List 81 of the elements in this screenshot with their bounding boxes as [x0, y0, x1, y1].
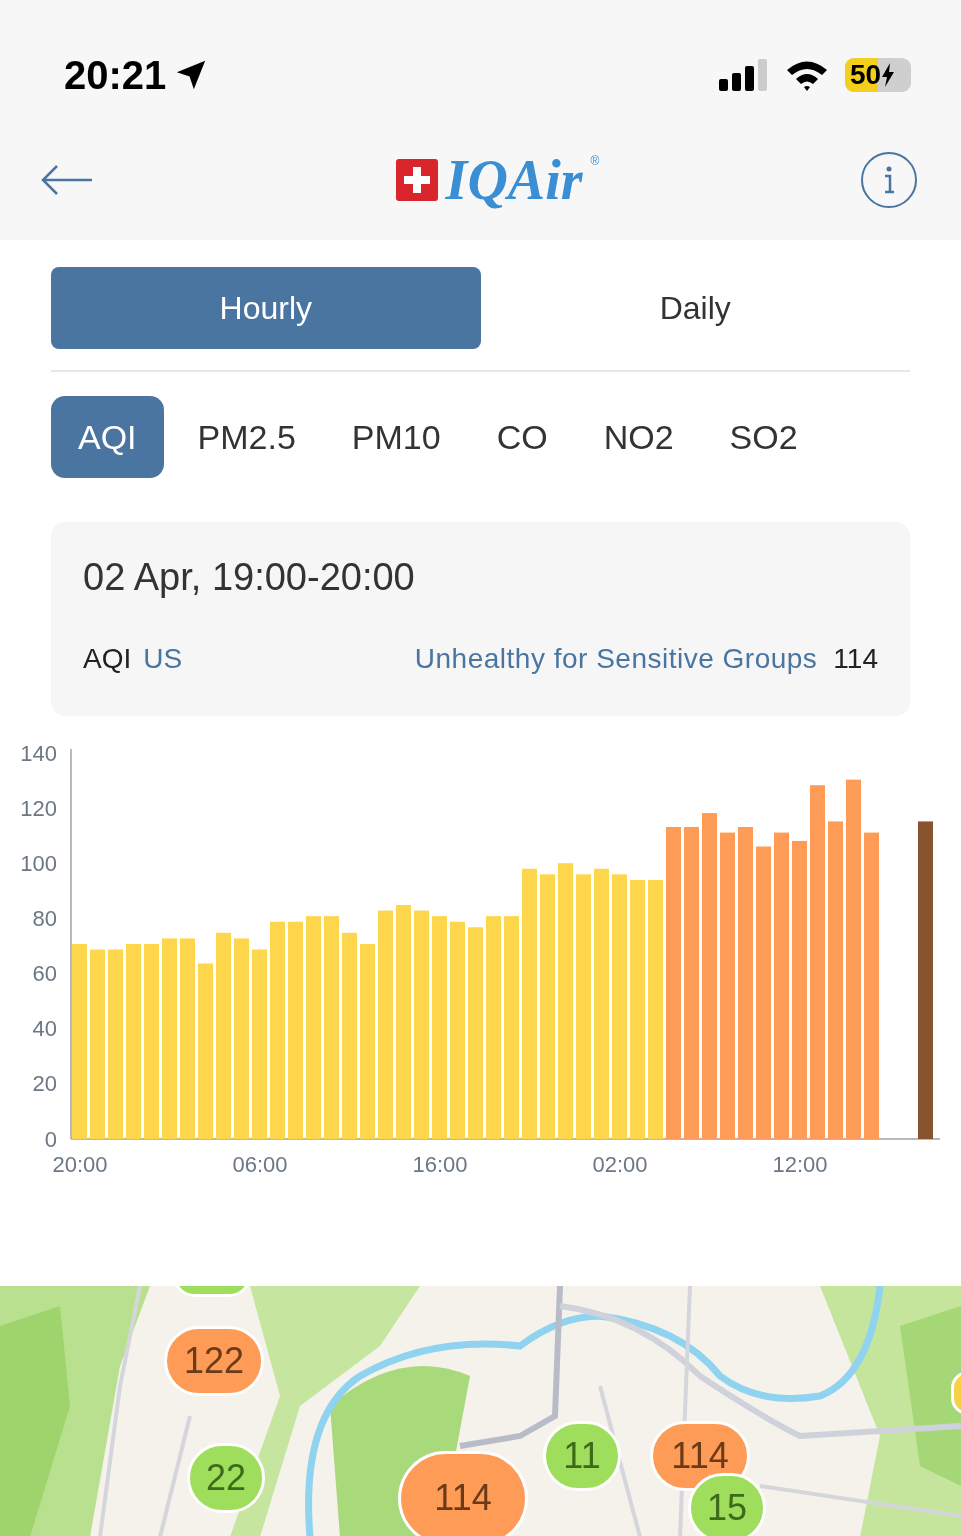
bar[interactable] [540, 874, 555, 1139]
bar[interactable] [594, 868, 609, 1139]
y-tick-label: 140 [20, 740, 57, 766]
bar[interactable] [144, 944, 159, 1139]
bar[interactable] [576, 874, 591, 1139]
bar[interactable] [234, 938, 249, 1139]
bar[interactable] [360, 944, 375, 1139]
back-arrow-icon [40, 163, 94, 197]
pollutant-tab[interactable]: PM2.5 [175, 396, 318, 478]
registered-mark: ® [590, 153, 600, 170]
bar[interactable] [378, 910, 393, 1139]
bar[interactable] [558, 863, 573, 1139]
bar[interactable] [342, 932, 357, 1139]
pollutant-tab[interactable]: NO2 [581, 396, 696, 478]
bar[interactable] [90, 949, 105, 1139]
bar[interactable] [702, 813, 717, 1139]
y-tick-label: 40 [32, 1016, 57, 1042]
bar[interactable] [414, 910, 429, 1139]
bar[interactable] [270, 921, 285, 1139]
y-tick-label: 80 [32, 905, 57, 931]
bar[interactable] [684, 827, 699, 1139]
bar[interactable] [630, 879, 645, 1139]
bar[interactable] [180, 938, 195, 1139]
aqi-value: 114 [833, 642, 878, 676]
bar[interactable] [252, 949, 267, 1139]
info-button[interactable] [861, 152, 917, 208]
x-tick-label: 20:00 [52, 1152, 108, 1177]
x-tick-label: 06:00 [232, 1152, 288, 1177]
bar[interactable] [648, 879, 663, 1139]
bar[interactable] [756, 846, 771, 1139]
signal-icon [719, 59, 769, 91]
standard-label: US [143, 642, 183, 676]
bar[interactable] [432, 916, 447, 1139]
logo-text: IQAir [445, 152, 583, 208]
x-tick-label: 02:00 [592, 1152, 648, 1177]
bar[interactable] [918, 821, 933, 1139]
bar[interactable] [612, 874, 627, 1139]
bar[interactable] [288, 921, 303, 1139]
bar[interactable] [108, 949, 123, 1139]
bar[interactable] [522, 868, 537, 1139]
bar[interactable] [864, 832, 879, 1139]
bar[interactable] [774, 832, 789, 1139]
pollutant-tab[interactable]: AQI [51, 396, 164, 478]
charging-icon [881, 63, 896, 87]
bar[interactable] [792, 840, 807, 1139]
swiss-cross-icon [395, 159, 438, 201]
bar[interactable] [828, 821, 843, 1139]
bar[interactable] [306, 916, 321, 1139]
bar[interactable] [504, 916, 519, 1139]
bar[interactable] [396, 905, 411, 1139]
bar[interactable] [216, 932, 231, 1139]
y-tick-label: 20 [32, 1071, 57, 1097]
bar[interactable] [126, 944, 141, 1139]
bar[interactable] [720, 832, 735, 1139]
bar[interactable] [72, 944, 87, 1139]
bar[interactable] [666, 827, 681, 1139]
y-tick-label: 120 [20, 795, 57, 821]
wifi-icon [785, 59, 829, 91]
bar[interactable] [162, 938, 177, 1139]
clock-time: 20:21 [64, 52, 167, 99]
bar[interactable] [738, 827, 753, 1139]
bar[interactable] [810, 785, 825, 1139]
y-tick-label: 0 [44, 1126, 57, 1152]
period-tab[interactable]: Daily [480, 267, 910, 349]
y-tick-label: 60 [32, 961, 57, 987]
bar[interactable] [468, 927, 483, 1139]
bar[interactable] [486, 916, 501, 1139]
pollutant-tab[interactable]: PM10 [329, 396, 463, 478]
pollutant-tab[interactable]: SO2 [707, 396, 820, 478]
x-tick-label: 16:00 [412, 1152, 468, 1177]
bar[interactable] [324, 916, 339, 1139]
index-label: AQI [83, 642, 132, 676]
bar[interactable] [450, 921, 465, 1139]
period-text: 02 Apr, 19:00-20:00 [83, 555, 416, 600]
category-text: Unhealthy for Sensitive Groups [414, 642, 818, 676]
period-tab[interactable]: Hourly [51, 267, 481, 349]
x-tick-label: 12:00 [772, 1152, 828, 1177]
bar[interactable] [198, 963, 213, 1139]
y-tick-label: 100 [20, 850, 57, 876]
pollutant-tab[interactable]: CO [474, 396, 570, 478]
bar[interactable] [846, 779, 861, 1139]
